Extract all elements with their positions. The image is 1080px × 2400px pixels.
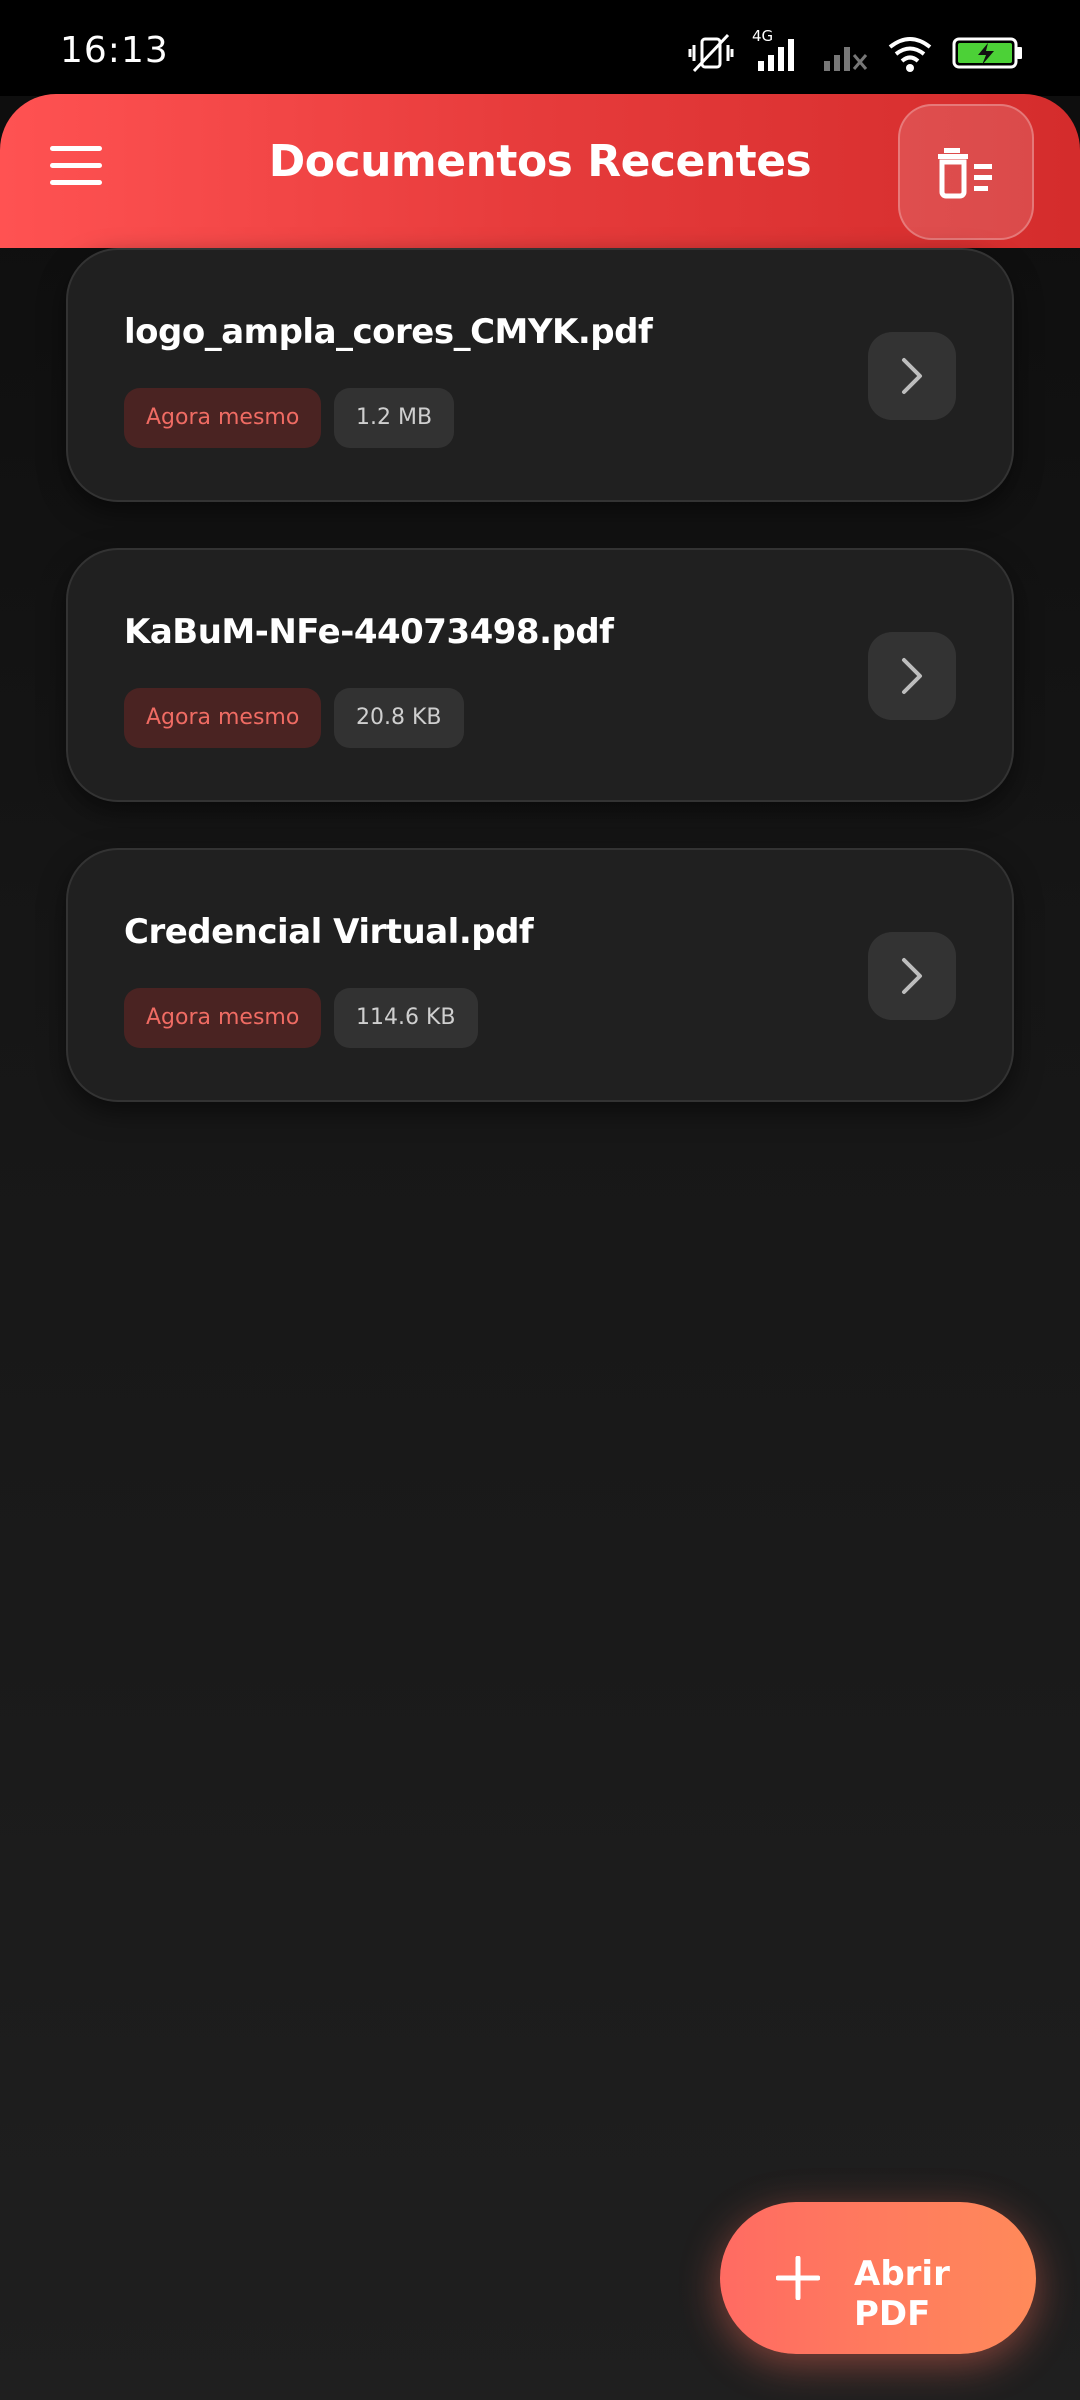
open-document-button[interactable]: [868, 332, 956, 420]
status-icons: 4G: [688, 27, 1024, 78]
document-card[interactable]: KaBuM-NFe-44073498.pdf Agora mesmo 20.8 …: [66, 548, 1014, 802]
signal-4g-icon: [758, 39, 794, 71]
signal-4g: 4G: [752, 27, 802, 73]
document-card[interactable]: Credencial Virtual.pdf Agora mesmo 114.6…: [66, 848, 1014, 1102]
status-time: 16:13: [60, 30, 169, 71]
size-badge: 20.8 KB: [334, 688, 464, 748]
chevron-right-icon: [902, 358, 922, 394]
open-document-button[interactable]: [868, 632, 956, 720]
clear-history-button[interactable]: [898, 104, 1034, 240]
signal-no-sim-icon: [824, 47, 868, 71]
size-badge: 1.2 MB: [334, 388, 455, 448]
clear-history-icon: [938, 148, 992, 199]
open-pdf-label: Abrir PDF: [854, 2254, 950, 2334]
wifi-icon: [888, 37, 932, 72]
document-name: KaBuM-NFe-44073498.pdf: [124, 612, 614, 652]
vibrate-silent-icon: [688, 33, 734, 73]
plus-icon: [776, 2256, 820, 2300]
app-bar: Documentos Recentes: [0, 94, 1080, 248]
document-card[interactable]: logo_ampla_cores_CMYK.pdf Agora mesmo 1.…: [66, 248, 1014, 502]
document-name: Credencial Virtual.pdf: [124, 912, 534, 952]
chevron-right-icon: [902, 958, 922, 994]
open-document-button[interactable]: [868, 932, 956, 1020]
status-bar: 16:13 4G: [0, 0, 1080, 96]
battery-charging-icon: [952, 37, 1022, 69]
size-badge: 114.6 KB: [334, 988, 478, 1048]
chevron-right-icon: [902, 658, 922, 694]
time-badge: Agora mesmo: [124, 388, 322, 448]
document-name: logo_ampla_cores_CMYK.pdf: [124, 312, 653, 352]
time-badge: Agora mesmo: [124, 988, 322, 1048]
open-pdf-button[interactable]: Abrir PDF: [720, 2202, 1036, 2354]
time-badge: Agora mesmo: [124, 688, 322, 748]
